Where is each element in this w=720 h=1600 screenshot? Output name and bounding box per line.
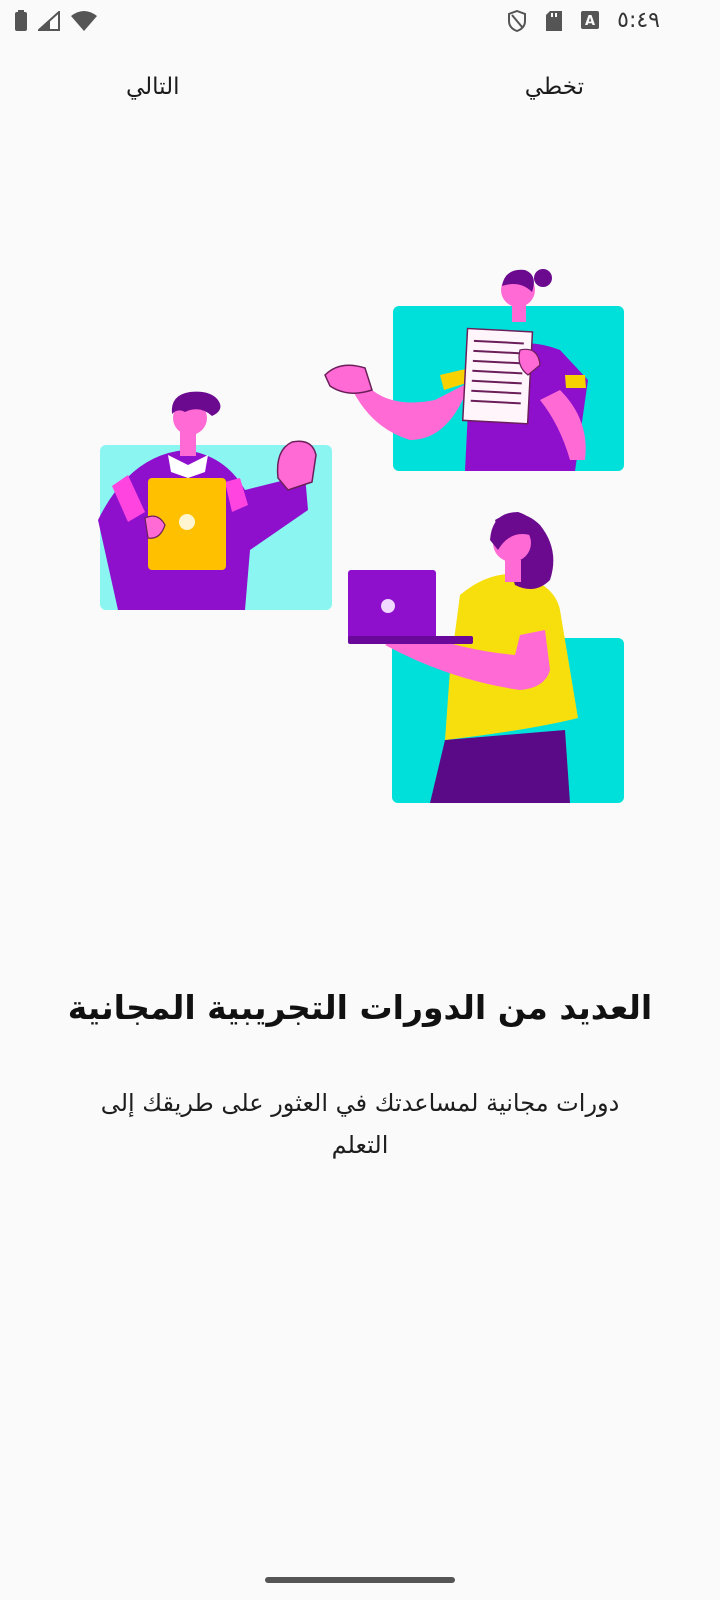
illustration-woman-with-paper <box>324 269 624 471</box>
home-indicator[interactable] <box>265 1577 455 1583</box>
keyboard-a-icon: A <box>581 10 600 29</box>
svg-text:A: A <box>585 14 595 29</box>
sd-card-icon <box>546 10 563 31</box>
onboarding-title: العديد من الدورات التجريبية المجانية <box>67 988 653 1027</box>
battery-icon <box>15 10 27 31</box>
next-button[interactable]: التالي <box>120 70 186 104</box>
shield-icon <box>508 9 527 32</box>
skip-button[interactable]: تخطي <box>519 70 590 104</box>
onboarding-subtitle: دورات مجانية لمساعدتك في العثور على طريق… <box>100 1089 620 1159</box>
illustration-man-with-tablet <box>98 391 332 610</box>
status-bar: A ٥:٤٩ <box>0 0 720 46</box>
status-icons-left <box>14 10 98 32</box>
status-icons-right: A ٥:٤٩ <box>507 8 660 33</box>
status-time: ٥:٤٩ <box>617 8 660 33</box>
onboarding-screen: A ٥:٤٩ التالي تخطي العديد من الدورات الت… <box>0 0 720 1600</box>
onboarding-illustration <box>98 269 624 803</box>
wifi-icon <box>71 11 97 31</box>
illustration-woman-with-laptop <box>348 512 624 803</box>
signal-icon <box>38 11 60 31</box>
